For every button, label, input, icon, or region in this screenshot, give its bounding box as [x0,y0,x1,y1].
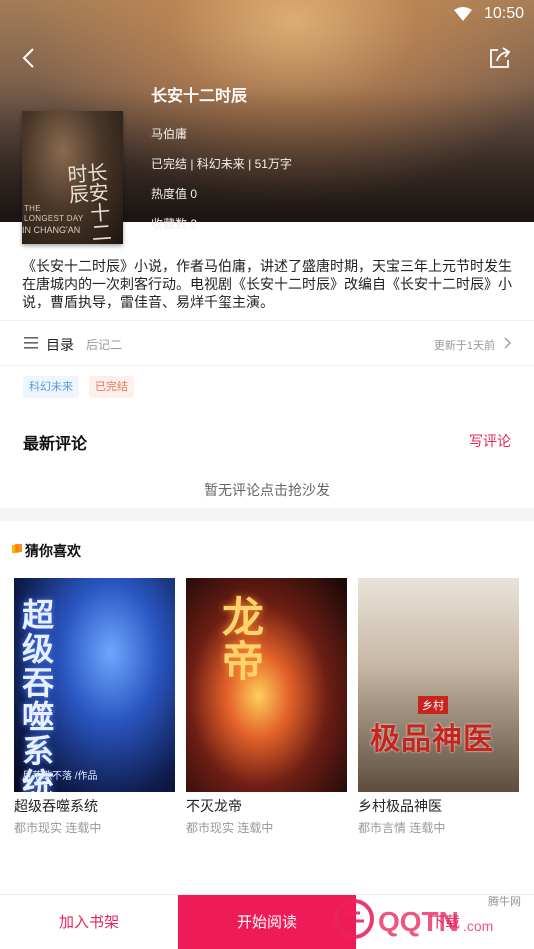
tag-status[interactable]: 已完结 [89,376,134,398]
recommend-book-name[interactable]: 乡村极品神医 [358,796,519,816]
recommend-book-1[interactable]: 超级吞噬系统 月落歌不落 /作品 超级吞噬系统 都市现实 连载中 [14,578,175,836]
recommend-cover[interactable]: 乡村 极品神医 [358,578,519,792]
recommend-book-name[interactable]: 超级吞噬系统 [14,796,175,816]
bottom-action-bar: 加入书架 开始阅读 下载 [0,894,534,949]
recommend-cover[interactable]: 超级吞噬系统 月落歌不落 /作品 [14,578,175,792]
book-title: 长安十二时辰 [151,88,248,105]
cover-title: 极品神医 [370,722,494,757]
status-time: 10:50 [483,5,524,22]
book-author: 马伯庸 [151,127,188,141]
cover-tag: 乡村 [418,696,448,714]
comments-title: 最新评论 [23,436,88,453]
recommend-book-3[interactable]: 乡村 极品神医 乡村极品神医 都市言情 连载中 [358,578,519,836]
table-of-contents-row[interactable]: 目录 后记二 更新于1天前 [0,320,534,366]
status-bar: 10:50 [0,0,534,30]
tag-genre[interactable]: 科幻未来 [23,376,79,398]
list-icon [24,337,38,349]
recommend-book-name[interactable]: 不灭龙帝 [186,796,347,816]
toc-label: 目录 [46,337,74,353]
recommend-book-meta: 都市现实 连载中 [186,821,274,835]
back-arrow-icon[interactable] [18,46,40,70]
cover-author: 月落歌不落 /作品 [22,771,98,782]
recommend-cover[interactable]: 龙帝 [186,578,347,792]
section-divider [0,508,534,521]
cover-title: 龙帝 [222,593,265,686]
cover-english-subtitle: IN CHANG'AN [22,225,81,235]
add-to-shelf-button[interactable]: 加入书架 [0,895,178,949]
cover-english-title: THE LONGEST DAY [24,204,84,223]
toc-updated-time: 更新于1天前 [433,340,495,352]
download-button[interactable]: 下载 [356,895,534,949]
start-reading-button[interactable]: 开始阅读 [178,895,356,949]
write-comment-button[interactable]: 写评论 [469,431,511,451]
share-icon[interactable] [488,46,512,70]
book-status-line: 已完结 | 科幻未来 | 51万字 [151,157,292,171]
wifi-icon [454,7,472,21]
tag-list: 科幻未来 已完结 [23,376,134,398]
book-heat: 热度值 0 [151,187,198,201]
book-info: 长安十二时辰 马伯庸 已完结 | 科幻未来 | 51万字 热度值 0 收藏数 2 [151,82,292,245]
book-favorites: 收藏数 2 [151,217,198,231]
book-description: 《长安十二时辰》小说，作者马伯庸，讲述了盛唐时期，天宝三年上元节时发生在唐城内的… [22,258,512,310]
recommend-book-2[interactable]: 龙帝 不灭龙帝 都市现实 连载中 [186,578,347,836]
cover-title: 超级吞噬系统 [22,596,55,792]
bookmark-icon [12,544,22,553]
chevron-right-icon [504,337,511,349]
recommend-book-meta: 都市现实 连载中 [14,821,102,835]
book-cover[interactable]: 长安十二时辰 THE LONGEST DAY IN CHANG'AN [22,111,123,244]
empty-comments-text[interactable]: 暂无评论点击抢沙发 [0,480,534,500]
recommend-title: 猜你喜欢 [25,543,81,559]
toc-latest-chapter: 后记二 [86,338,123,352]
recommend-book-meta: 都市言情 连载中 [358,821,446,835]
